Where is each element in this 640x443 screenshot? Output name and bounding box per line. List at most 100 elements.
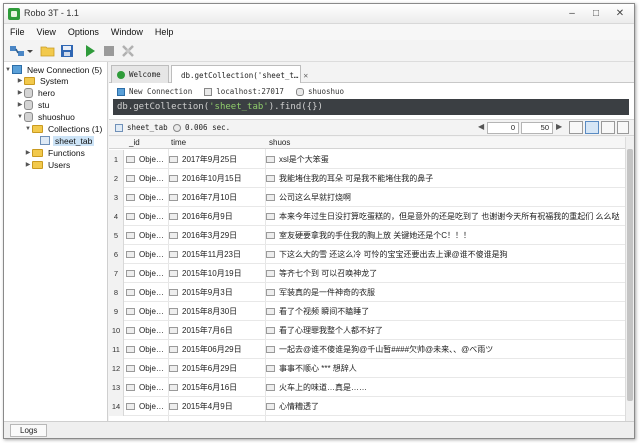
table-row[interactable]: 3 Obje… 2016年7月10日 公司这么早就打烧啊 (109, 188, 625, 207)
cell-id[interactable]: Obje… (126, 207, 168, 226)
cell-time[interactable]: 2016年7月10日 (169, 188, 264, 207)
tree-db-shuoshuo[interactable]: ▼ shuoshuo (4, 111, 107, 122)
menu-help[interactable]: Help (149, 24, 180, 40)
menu-file[interactable]: File (4, 24, 31, 40)
tab-query[interactable]: db.getCollection('sheet_t… ✕ (171, 65, 308, 84)
table-view-icon[interactable] (585, 121, 599, 134)
cell-time[interactable]: 2015年6月29日 (169, 359, 264, 378)
expand-arrow-icon[interactable]: ▶ (16, 89, 24, 96)
tab-welcome[interactable]: Welcome (111, 65, 169, 83)
cell-id[interactable]: Obje… (126, 169, 168, 188)
collapse-arrow-icon[interactable]: ▼ (24, 126, 32, 132)
tools-icon[interactable] (120, 43, 136, 59)
text-view-icon[interactable] (601, 121, 615, 134)
cell-shuos[interactable]: 看了心理罪我整个人都不好了 (266, 321, 624, 340)
column-header-shuos[interactable]: shuos (269, 138, 290, 147)
minimize-icon[interactable]: – (562, 6, 582, 21)
stop-icon[interactable] (101, 43, 117, 59)
cell-id[interactable]: Obje… (126, 226, 168, 245)
close-icon[interactable]: ✕ (610, 6, 630, 21)
cell-time[interactable]: 2015年8月30日 (169, 302, 264, 321)
cell-shuos[interactable]: 室友硬要拿我的手住我的胸上放 关键她还是个C！！！ (266, 226, 624, 245)
cell-shuos[interactable]: 我能堵住我的耳朵 可是我不能堵住我的鼻子 (266, 169, 624, 188)
cell-shuos[interactable]: xsl是个大笨蛋 (266, 150, 624, 169)
cell-id[interactable]: Obje… (126, 359, 168, 378)
cell-time[interactable]: 2015年4月9日 (169, 397, 264, 416)
cell-time[interactable]: 2015年06月29日 (169, 340, 264, 359)
cell-id[interactable]: Obje… (126, 264, 168, 283)
more-icon[interactable] (617, 121, 629, 134)
menu-view[interactable]: View (31, 24, 62, 40)
skip-input[interactable]: 0 (487, 122, 519, 134)
tree-connection[interactable]: ▼ New Connection (5) (4, 64, 107, 75)
cell-shuos[interactable]: 军装真的是一件神奇的衣服 (266, 283, 624, 302)
maximize-icon[interactable]: □ (586, 6, 606, 21)
connect-icon[interactable] (9, 43, 25, 59)
cell-time[interactable]: 2015年10月19日 (169, 264, 264, 283)
tree-db-system[interactable]: ▶ System (4, 75, 107, 86)
tree-db-hero[interactable]: ▶ hero (4, 87, 107, 98)
table-row[interactable]: 5 Obje… 2016年3月29日 室友硬要拿我的手住我的胸上放 关键她还是个C！！… (109, 226, 625, 245)
cell-time[interactable]: 2015年11月23日 (169, 245, 264, 264)
column-header-time[interactable]: time (171, 138, 186, 147)
collapse-arrow-icon[interactable]: ▼ (4, 67, 12, 73)
cell-shuos[interactable]: 火车上的味道…真是…… (266, 378, 624, 397)
cell-id[interactable]: Obje… (126, 378, 168, 397)
scrollbar-thumb[interactable] (627, 149, 633, 401)
cell-shuos[interactable]: 看了个视频 瞬间不瞌睡了 (266, 302, 624, 321)
menu-options[interactable]: Options (62, 24, 105, 40)
table-row[interactable]: 14 Obje… 2015年4月9日 心情糟透了 (109, 397, 625, 416)
cell-id[interactable]: Obje… (126, 150, 168, 169)
tree-users-folder[interactable]: ▶ Users (4, 159, 107, 170)
cell-shuos[interactable]: 本来今年过生日没打算吃蛋糕的，但是意外的还是吃到了 也谢谢今天所有祝福我的重起们… (266, 207, 624, 226)
tree-view-icon[interactable] (569, 121, 583, 134)
cell-shuos[interactable]: 公司这么早就打烧啊 (266, 188, 624, 207)
open-folder-icon[interactable] (40, 43, 56, 59)
query-editor[interactable]: db.getCollection('sheet_tab').find({}) (113, 99, 629, 115)
next-page-icon[interactable]: ▶ (556, 122, 562, 131)
cell-id[interactable]: Obje… (126, 397, 168, 416)
cell-id[interactable]: Obje… (126, 188, 168, 207)
cell-shuos[interactable]: 事事不顺心 *** 想辞人 (266, 359, 624, 378)
prev-page-icon[interactable]: ◀ (478, 122, 484, 131)
tree-db-stu[interactable]: ▶ stu (4, 99, 107, 110)
table-row[interactable]: 9 Obje… 2015年8月30日 看了个视频 瞬间不瞌睡了 (109, 302, 625, 321)
cell-time[interactable]: 2016年3月29日 (169, 226, 264, 245)
table-row[interactable]: 10 Obje… 2015年7月6日 看了心理罪我整个人都不好了 (109, 321, 625, 340)
execute-icon[interactable] (82, 43, 98, 59)
table-row[interactable]: 7 Obje… 2015年10月19日 等齐七个到 可以召唤神龙了 (109, 264, 625, 283)
limit-input[interactable]: 50 (521, 122, 553, 134)
cell-time[interactable]: 2016年6月9日 (169, 207, 264, 226)
expand-arrow-icon[interactable]: ▶ (24, 149, 32, 156)
table-row[interactable]: 8 Obje… 2015年9月3日 军装真的是一件神奇的衣服 (109, 283, 625, 302)
cell-time[interactable]: 2015年9月3日 (169, 283, 264, 302)
cell-time[interactable]: 2017年9月25日 (169, 150, 264, 169)
cell-shuos[interactable]: 下这么大的雪 还这么冷 可怜的宝宝还要出去上课@谁不傻谁是狗 (266, 245, 624, 264)
connect-dropdown-icon[interactable] (26, 43, 34, 59)
expand-arrow-icon[interactable]: ▶ (16, 77, 24, 84)
cell-time[interactable]: 2015年6月16日 (169, 378, 264, 397)
table-row[interactable]: 13 Obje… 2015年6月16日 火车上的味道…真是…… (109, 378, 625, 397)
cell-shuos[interactable]: 心情糟透了 (266, 397, 624, 416)
table-row[interactable]: 12 Obje… 2015年6月29日 事事不顺心 *** 想辞人 (109, 359, 625, 378)
cell-shuos[interactable]: 一起去@谁不傻谁是狗@千山暂####欠帅@未来、、@べ雨ツ (266, 340, 624, 359)
menu-window[interactable]: Window (105, 24, 149, 40)
tree-collections-folder[interactable]: ▼ Collections (1) (4, 123, 107, 134)
table-row[interactable]: 4 Obje… 2016年6月9日 本来今年过生日没打算吃蛋糕的，但是意外的还是吃到了… (109, 207, 625, 226)
cell-id[interactable]: Obje… (126, 245, 168, 264)
table-row[interactable]: 6 Obje… 2015年11月23日 下这么大的雪 还这么冷 可怜的宝宝还要出去上课… (109, 245, 625, 264)
cell-id[interactable]: Obje… (126, 321, 168, 340)
cell-id[interactable]: Obje… (126, 340, 168, 359)
table-row[interactable]: 2 Obje… 2016年10月15日 我能堵住我的耳朵 可是我不能堵住我的鼻子 (109, 169, 625, 188)
cell-time[interactable]: 2016年10月15日 (169, 169, 264, 188)
cell-time[interactable]: 2015年7月6日 (169, 321, 264, 340)
logs-tab[interactable]: Logs (10, 424, 48, 437)
tab-close-icon[interactable]: ✕ (303, 71, 308, 80)
collapse-arrow-icon[interactable]: ▼ (16, 114, 24, 120)
tree-collection-sheet-tab[interactable]: sheet_tab (4, 135, 107, 146)
cell-id[interactable]: Obje… (126, 302, 168, 321)
column-header-id[interactable]: _id (129, 138, 140, 147)
tree-functions-folder[interactable]: ▶ Functions (4, 147, 107, 158)
table-row[interactable]: 11 Obje… 2015年06月29日 一起去@谁不傻谁是狗@千山暂####欠帅@未… (109, 340, 625, 359)
cell-id[interactable]: Obje… (126, 283, 168, 302)
